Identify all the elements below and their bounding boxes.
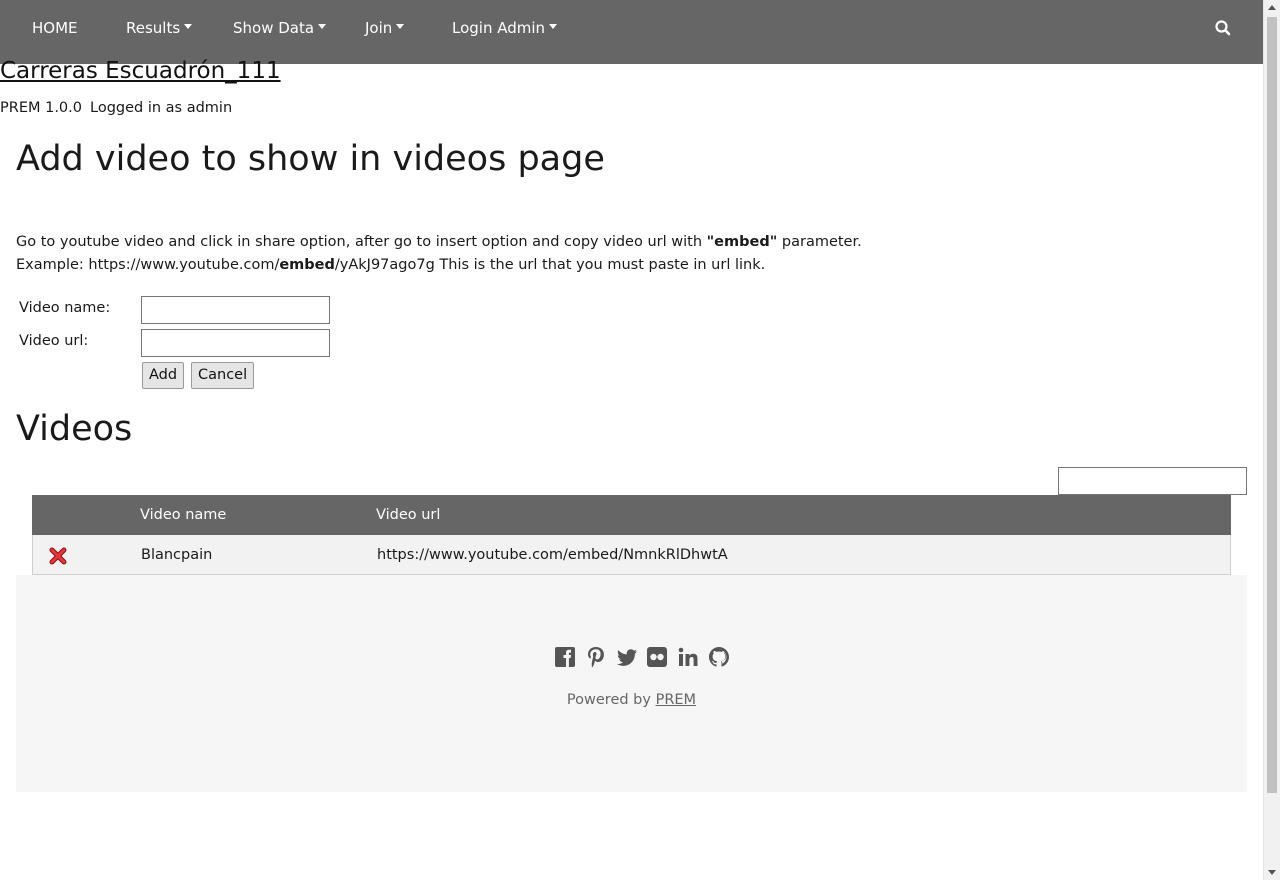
video-url-input[interactable] <box>141 329 330 357</box>
delete-icon[interactable] <box>49 547 67 565</box>
top-navbar: HOME Results Show Data Join Login Admin <box>0 0 1263 64</box>
cancel-button[interactable]: Cancel <box>191 362 255 389</box>
caret-down-icon <box>184 24 193 29</box>
nav-home[interactable]: HOME <box>32 0 78 56</box>
nav-results-label: Results <box>126 19 181 37</box>
video-name-cell: Blancpain <box>141 547 213 563</box>
site-title-link[interactable]: Carreras Escuadrón_111 <box>0 58 281 84</box>
info-text: Go to youtube video and click in share o… <box>16 234 707 250</box>
video-url-cell: https://www.youtube.com/embed/NmnkRlDhwt… <box>377 547 728 563</box>
caret-down-icon <box>396 24 405 29</box>
info-line-1: Go to youtube video and click in share o… <box>16 234 862 250</box>
pinterest-icon[interactable] <box>585 645 607 669</box>
powered-by-text: Powered by <box>566 692 651 708</box>
facebook-icon[interactable] <box>554 645 576 669</box>
nav-show-data[interactable]: Show Data <box>233 0 327 56</box>
vertical-scrollbar[interactable] <box>1263 0 1280 880</box>
videos-heading: Videos <box>16 409 133 449</box>
nav-join-label: Join <box>365 19 393 37</box>
table-row: Blancpain https://www.youtube.com/embed/… <box>32 535 1231 575</box>
scroll-down-icon[interactable] <box>1268 870 1276 875</box>
col-header-video-url: Video url <box>376 507 441 523</box>
caret-down-icon <box>318 24 327 29</box>
nav-home-label: HOME <box>32 19 78 37</box>
linkedin-icon[interactable] <box>677 645 699 669</box>
nav-login-admin[interactable]: Login Admin <box>452 0 558 56</box>
nav-show-data-label: Show Data <box>233 19 315 37</box>
caret-down-icon <box>549 24 558 29</box>
logged-in-text: Logged in as admin <box>90 100 233 116</box>
table-search-input[interactable] <box>1058 467 1247 495</box>
page-title: Add video to show in videos page <box>16 139 605 179</box>
info-bold: embed <box>279 257 335 273</box>
nav-results[interactable]: Results <box>126 0 193 56</box>
videos-table: Video name Video url Blancpain https://w… <box>32 495 1231 575</box>
add-button[interactable]: Add <box>142 362 185 389</box>
info-text: /yAkJ97ago7g This is the url that you mu… <box>334 257 766 273</box>
info-line-2: Example: https://www.youtube.com/embed/y… <box>16 257 765 273</box>
footer: Powered by PREM <box>16 575 1247 792</box>
flickr-icon[interactable] <box>646 645 668 669</box>
table-header: Video name Video url <box>32 495 1231 535</box>
scroll-up-icon[interactable] <box>1268 5 1276 10</box>
info-text: Example: https://www.youtube.com/ <box>16 257 280 273</box>
powered-by: Powered by PREM <box>16 692 1247 708</box>
meta-line: PREM 1.0.0 Logged in as admin <box>0 100 240 116</box>
info-text: parameter. <box>777 234 862 250</box>
scrollbar-thumb[interactable] <box>1267 17 1277 793</box>
version-text: PREM 1.0.0 <box>0 100 82 116</box>
social-links <box>554 645 734 669</box>
video-name-input[interactable] <box>141 296 330 324</box>
page: HOME Results Show Data Join Login Admin … <box>0 0 1263 880</box>
video-url-label: Video url: <box>19 333 89 349</box>
twitter-icon[interactable] <box>616 645 638 669</box>
search-icon[interactable] <box>1214 19 1232 37</box>
prem-link[interactable]: PREM <box>656 692 697 708</box>
info-bold: "embed" <box>706 234 778 250</box>
nav-login-admin-label: Login Admin <box>452 19 546 37</box>
col-header-video-name: Video name <box>140 507 227 523</box>
github-icon[interactable] <box>708 645 730 669</box>
nav-join[interactable]: Join <box>365 0 405 56</box>
video-name-label: Video name: <box>19 300 111 316</box>
